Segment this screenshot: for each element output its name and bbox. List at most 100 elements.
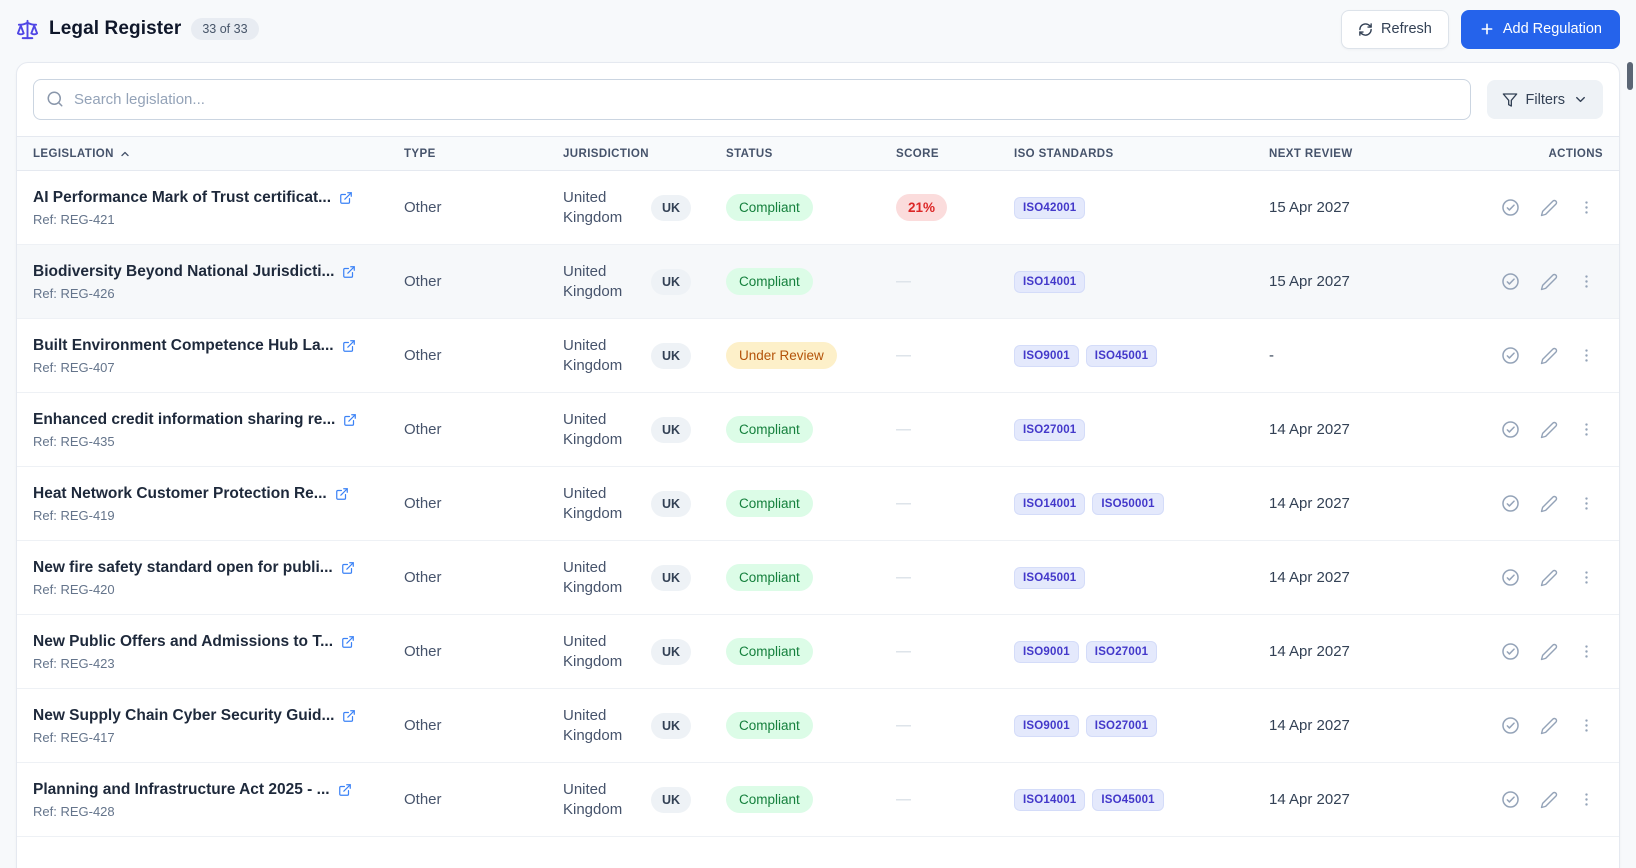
status-cell: Compliant	[726, 564, 896, 591]
page-title: Legal Register	[49, 18, 182, 39]
edit-button[interactable]	[1540, 347, 1558, 365]
iso-standards-cell: ISO42001	[1014, 196, 1269, 219]
legislation-ref: Ref: REG-423	[33, 655, 115, 671]
actions-cell	[1481, 494, 1603, 513]
legislation-name[interactable]: New Public Offers and Admissions to T...	[33, 633, 333, 651]
external-link-icon[interactable]	[343, 413, 357, 427]
mark-reviewed-button[interactable]	[1501, 420, 1520, 439]
status-cell: Compliant	[726, 268, 896, 295]
jurisdiction-cell: United Kingdom UK	[563, 262, 726, 301]
edit-button[interactable]	[1540, 643, 1558, 661]
type-cell: Other	[404, 347, 442, 364]
external-link-icon[interactable]	[342, 339, 356, 353]
more-options-button[interactable]	[1578, 643, 1595, 660]
type-cell: Other	[404, 421, 442, 438]
vertical-scrollbar-thumb[interactable]	[1627, 62, 1633, 90]
legislation-name[interactable]: Built Environment Competence Hub La...	[33, 337, 334, 355]
jurisdiction-name: United Kingdom	[563, 781, 623, 818]
edit-button[interactable]	[1540, 791, 1558, 809]
external-link-icon[interactable]	[338, 783, 352, 797]
external-link-icon[interactable]	[342, 709, 356, 723]
status-badge: Compliant	[726, 564, 813, 591]
status-cell: Under Review	[726, 342, 896, 369]
jurisdiction-code-badge: UK	[651, 786, 692, 813]
mark-reviewed-button[interactable]	[1501, 346, 1520, 365]
score-empty-dash: —	[896, 716, 911, 734]
column-header-actions: Actions	[1548, 147, 1603, 160]
legislation-name[interactable]: Enhanced credit information sharing re..…	[33, 411, 335, 429]
edit-button[interactable]	[1540, 717, 1558, 735]
mark-reviewed-button[interactable]	[1501, 642, 1520, 661]
edit-button[interactable]	[1540, 495, 1558, 513]
iso-standard-badge: ISO42001	[1014, 196, 1086, 219]
legislation-name[interactable]: Planning and Infrastructure Act 2025 - .…	[33, 781, 330, 799]
jurisdiction-name: United Kingdom	[563, 263, 623, 300]
add-regulation-button[interactable]: Add Regulation	[1460, 9, 1620, 49]
more-options-button[interactable]	[1578, 273, 1595, 290]
external-link-icon[interactable]	[342, 265, 356, 279]
external-link-icon[interactable]	[341, 561, 355, 575]
actions-cell	[1481, 420, 1603, 439]
edit-button[interactable]	[1540, 569, 1558, 587]
iso-standards-cell: ISO27001	[1014, 418, 1269, 441]
mark-reviewed-button[interactable]	[1501, 568, 1520, 587]
score-cell: —	[896, 569, 1014, 587]
mark-reviewed-button[interactable]	[1501, 272, 1520, 291]
jurisdiction-cell: United Kingdom UK	[563, 410, 726, 449]
iso-standard-badge: ISO9001	[1014, 344, 1079, 367]
column-header-legislation[interactable]: Legislation	[33, 148, 404, 160]
iso-standard-badge: ISO27001	[1014, 418, 1086, 441]
edit-button[interactable]	[1540, 273, 1558, 291]
more-options-button[interactable]	[1578, 495, 1595, 512]
more-options-button[interactable]	[1578, 421, 1595, 438]
more-options-button[interactable]	[1578, 569, 1595, 586]
table-body: AI Performance Mark of Trust certificat.…	[17, 171, 1619, 837]
next-review-cell: 14 Apr 2027	[1269, 495, 1350, 512]
count-badge: 33 of 33	[191, 18, 259, 40]
top-bar: Legal Register 33 of 33 Refresh Add Regu…	[0, 0, 1636, 58]
filters-button[interactable]: Filters	[1486, 80, 1603, 119]
edit-button[interactable]	[1540, 199, 1558, 217]
status-cell: Compliant	[726, 786, 896, 813]
status-badge: Compliant	[726, 786, 813, 813]
table-row: Biodiversity Beyond National Jurisdicti.…	[17, 245, 1619, 319]
more-options-button[interactable]	[1578, 199, 1595, 216]
external-link-icon[interactable]	[339, 191, 353, 205]
score-empty-dash: —	[896, 790, 911, 808]
mark-reviewed-button[interactable]	[1501, 716, 1520, 735]
filters-label: Filters	[1525, 91, 1565, 108]
jurisdiction-code-badge: UK	[651, 712, 692, 739]
next-review-cell: 15 Apr 2027	[1269, 199, 1350, 216]
mark-reviewed-button[interactable]	[1501, 494, 1520, 513]
actions-cell	[1481, 790, 1603, 809]
more-options-button[interactable]	[1578, 347, 1595, 364]
refresh-button[interactable]: Refresh	[1341, 9, 1449, 49]
legislation-name[interactable]: AI Performance Mark of Trust certificat.…	[33, 189, 331, 207]
more-options-button[interactable]	[1578, 717, 1595, 734]
search-icon	[46, 90, 64, 108]
legislation-ref: Ref: REG-428	[33, 803, 115, 819]
legislation-cell: New fire safety standard open for publi.…	[33, 559, 404, 597]
table-row: Planning and Infrastructure Act 2025 - .…	[17, 763, 1619, 837]
external-link-icon[interactable]	[335, 487, 349, 501]
jurisdiction-name: United Kingdom	[563, 707, 623, 744]
external-link-icon[interactable]	[341, 635, 355, 649]
table-row: Built Environment Competence Hub La... R…	[17, 319, 1619, 393]
more-options-button[interactable]	[1578, 791, 1595, 808]
table-row: New Public Offers and Admissions to T...…	[17, 615, 1619, 689]
edit-button[interactable]	[1540, 421, 1558, 439]
legislation-name[interactable]: Heat Network Customer Protection Re...	[33, 485, 327, 503]
jurisdiction-cell: United Kingdom UK	[563, 558, 726, 597]
legislation-ref: Ref: REG-435	[33, 433, 115, 449]
legislation-name[interactable]: New fire safety standard open for publi.…	[33, 559, 333, 577]
sort-asc-icon	[119, 148, 131, 160]
legislation-name[interactable]: Biodiversity Beyond National Jurisdicti.…	[33, 263, 334, 281]
legislation-name[interactable]: New Supply Chain Cyber Security Guid...	[33, 707, 334, 725]
actions-cell	[1481, 346, 1603, 365]
iso-standard-badge: ISO9001	[1014, 714, 1079, 737]
search-input[interactable]	[33, 79, 1471, 120]
status-cell: Compliant	[726, 194, 896, 221]
column-header-jurisdiction: Jurisdiction	[563, 147, 649, 160]
mark-reviewed-button[interactable]	[1501, 198, 1520, 217]
mark-reviewed-button[interactable]	[1501, 790, 1520, 809]
